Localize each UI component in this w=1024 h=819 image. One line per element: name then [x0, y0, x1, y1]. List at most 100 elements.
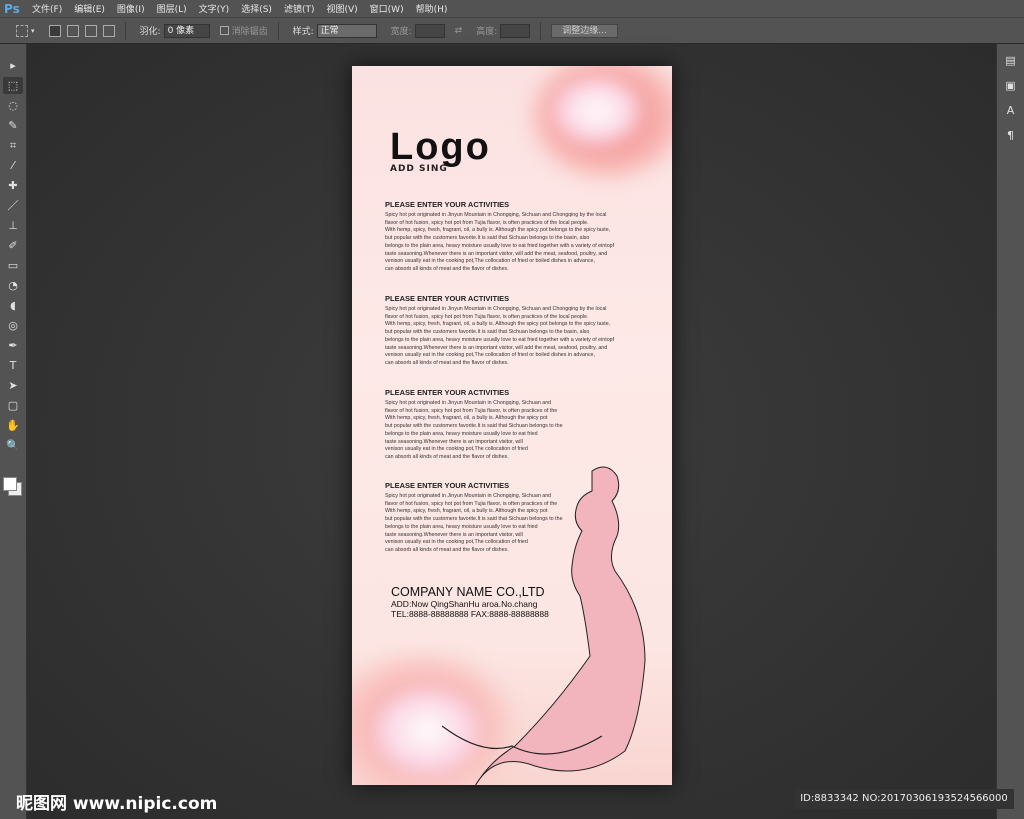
section-text-line: flavor of hot fusion, spicy hot pot from…	[385, 407, 558, 414]
divider	[124, 21, 126, 40]
section-text-line: flavor of hot fusion, spicy hot pot from…	[385, 219, 589, 226]
path-select-tool-icon[interactable]: ➤	[3, 377, 23, 394]
section-text-line: venison usually eat in the cooking pot,T…	[385, 258, 595, 265]
company-phone: TEL:8888-88888888 FAX:8888-88888888	[391, 609, 549, 619]
chevron-down-icon[interactable]: ▾	[31, 27, 35, 35]
menu-item[interactable]: 图层(L)	[157, 2, 187, 15]
quick-select-tool-icon[interactable]: ✎	[3, 117, 23, 134]
menu-item[interactable]: 视图(V)	[326, 2, 357, 15]
menu-item[interactable]: 图像(I)	[117, 2, 145, 15]
move-tool-icon[interactable]: ▸	[3, 57, 23, 74]
poster-logo: Logo	[390, 126, 491, 168]
style-select[interactable]: 正常	[316, 23, 377, 38]
brush-tool-icon[interactable]: ／	[3, 197, 23, 214]
height-input[interactable]	[500, 23, 531, 38]
swap-icon[interactable]: ⇄	[455, 26, 463, 36]
zoom-tool-icon[interactable]: 🔍	[3, 437, 23, 454]
options-bar: ▾ 羽化: 0 像素 消除锯齿 样式: 正常 宽度: ⇄ 高度: 调整边缘...	[0, 17, 1024, 44]
history-brush-tool-icon[interactable]: ✐	[3, 237, 23, 254]
menu-item[interactable]: 帮助(H)	[416, 2, 448, 15]
panel-dock: ▤ ▣ A ¶	[996, 44, 1024, 819]
stamp-tool-icon[interactable]: ⊥	[3, 217, 23, 234]
section-text-line: can absorb all kinds of meat and the fla…	[385, 359, 509, 366]
section-text-line: belongs to the plain area, heavy moistur…	[385, 242, 615, 249]
paint-bucket-tool-icon[interactable]: ◔	[3, 277, 23, 294]
pen-tool-icon[interactable]: ✒	[3, 337, 23, 354]
company-address: ADD:Now QingShanHu aroa.No.chang	[391, 599, 538, 609]
section-text-line: venison usually eat in the cooking pot,T…	[385, 446, 528, 453]
section-text-line: Spicy hot pot originated in Jinyun Mount…	[385, 212, 607, 218]
refine-edge-button[interactable]: 调整边缘...	[551, 23, 618, 38]
shape-tool-icon[interactable]: ▢	[3, 397, 23, 414]
watermark-id: ID:8833342 NO:20170306193524566000	[794, 789, 1014, 809]
divider	[277, 21, 279, 40]
antialias-label: 消除锯齿	[231, 27, 268, 37]
marquee-preset-icon[interactable]	[16, 24, 28, 37]
healing-tool-icon[interactable]: ✚	[3, 177, 23, 194]
section-text-line: With hemp, spicy, fresh, fragrant, oil, …	[385, 227, 611, 234]
poster-logo-subtitle: ADD SING	[390, 164, 448, 174]
blur-tool-icon[interactable]: ◖	[3, 297, 23, 314]
character-panel-icon[interactable]: A	[1001, 102, 1021, 119]
woman-illustration	[442, 466, 646, 785]
add-selection-button[interactable]	[66, 24, 79, 37]
subtract-selection-button[interactable]	[84, 24, 97, 37]
menu-item[interactable]: 窗口(W)	[370, 2, 404, 15]
section-text-line: With hemp, spicy, fresh, fragrant, oil, …	[385, 321, 611, 328]
height-label: 高度:	[476, 27, 498, 37]
lasso-tool-icon[interactable]: ◌	[3, 97, 23, 114]
type-tool-icon[interactable]: T	[3, 357, 23, 374]
menu-item[interactable]: 文件(F)	[32, 2, 62, 15]
section-title: PLEASE ENTER YOUR ACTIVITIES	[385, 388, 510, 397]
section-text-line: taste seasoning.Whenever there is an imp…	[385, 344, 608, 351]
crop-tool-icon[interactable]: ⌗	[3, 137, 23, 154]
activity-section: PLEASE ENTER YOUR ACTIVITIES Spicy hot po…	[385, 294, 625, 368]
width-input[interactable]	[414, 23, 445, 38]
section-text-line: Spicy hot pot originated in Jinyun Mount…	[385, 306, 607, 312]
width-label: 宽度:	[390, 27, 412, 37]
style-label: 样式:	[292, 27, 314, 37]
section-title: PLEASE ENTER YOUR ACTIVITIES	[385, 294, 510, 303]
antialias-checkbox[interactable]	[219, 26, 229, 35]
paragraph-panel-icon[interactable]: ¶	[1001, 127, 1021, 144]
divider	[540, 21, 542, 40]
marquee-tool-icon[interactable]: ⬚	[3, 77, 23, 94]
eraser-tool-icon[interactable]: ▭	[3, 257, 23, 274]
menu-item[interactable]: 选择(S)	[241, 2, 272, 15]
section-text-line: taste seasoning.Whenever there is an imp…	[385, 438, 523, 445]
flower-petal-decoration	[552, 76, 642, 146]
section-text-line: but popular with the customers favorite.…	[385, 423, 563, 430]
section-text-line: but popular with the customers favorite.…	[385, 329, 590, 336]
color-swatches[interactable]	[0, 474, 26, 504]
hand-tool-icon[interactable]: ✋	[3, 417, 23, 434]
photoshop-logo: Ps	[4, 1, 20, 16]
section-title: PLEASE ENTER YOUR ACTIVITIES	[385, 200, 510, 209]
eyedropper-tool-icon[interactable]: ⁄	[3, 157, 23, 174]
section-text-line: flavor of hot fusion, spicy hot pot from…	[385, 313, 589, 320]
menu-bar: Ps 文件(F) 编辑(E) 图像(I) 图层(L) 文字(Y) 选择(S) 滤镜(T) 视图…	[0, 0, 1024, 17]
section-text-line: belongs to the plain area, heavy moistur…	[385, 430, 538, 437]
poster-artwork: Logo ADD SING PLEASE ENTER YOUR ACTIVITI…	[352, 66, 672, 785]
section-text-line: taste seasoning.Whenever there is an imp…	[385, 250, 608, 257]
activity-section: PLEASE ENTER YOUR ACTIVITIES Spicy hot po…	[385, 388, 625, 462]
watermark-site: 昵图网 www.nipic.com	[16, 794, 218, 814]
menu-item[interactable]: 滤镜(T)	[284, 2, 315, 15]
menu-item[interactable]: 编辑(E)	[74, 2, 105, 15]
properties-panel-icon[interactable]: ▣	[1001, 77, 1021, 94]
feather-input[interactable]: 0 像素	[163, 23, 210, 38]
section-text-line: can absorb all kinds of meat and the fla…	[385, 265, 509, 272]
new-selection-button[interactable]	[48, 24, 61, 37]
activity-section: PLEASE ENTER YOUR ACTIVITIES Spicy hot po…	[385, 200, 625, 274]
feather-label: 羽化:	[139, 27, 161, 37]
section-text-line: but popular with the customers favorite.…	[385, 235, 590, 242]
section-text-line: With hemp, spicy, fresh, fragrant, oil, …	[385, 415, 548, 422]
menu-item[interactable]: 文字(Y)	[199, 2, 230, 15]
company-name: COMPANY NAME CO.,LTD	[391, 585, 545, 599]
section-text-line: venison usually eat in the cooking pot,T…	[385, 352, 595, 359]
section-text-line: belongs to the plain area, heavy moistur…	[385, 336, 615, 343]
section-text-line: Spicy hot pot originated in Jinyun Mount…	[385, 400, 552, 406]
history-panel-icon[interactable]: ▤	[1001, 52, 1021, 69]
company-info: COMPANY NAME CO.,LTD ADD:Now QingShanHu …	[391, 585, 549, 619]
intersect-selection-button[interactable]	[102, 24, 115, 37]
dodge-tool-icon[interactable]: ◎	[3, 317, 23, 334]
